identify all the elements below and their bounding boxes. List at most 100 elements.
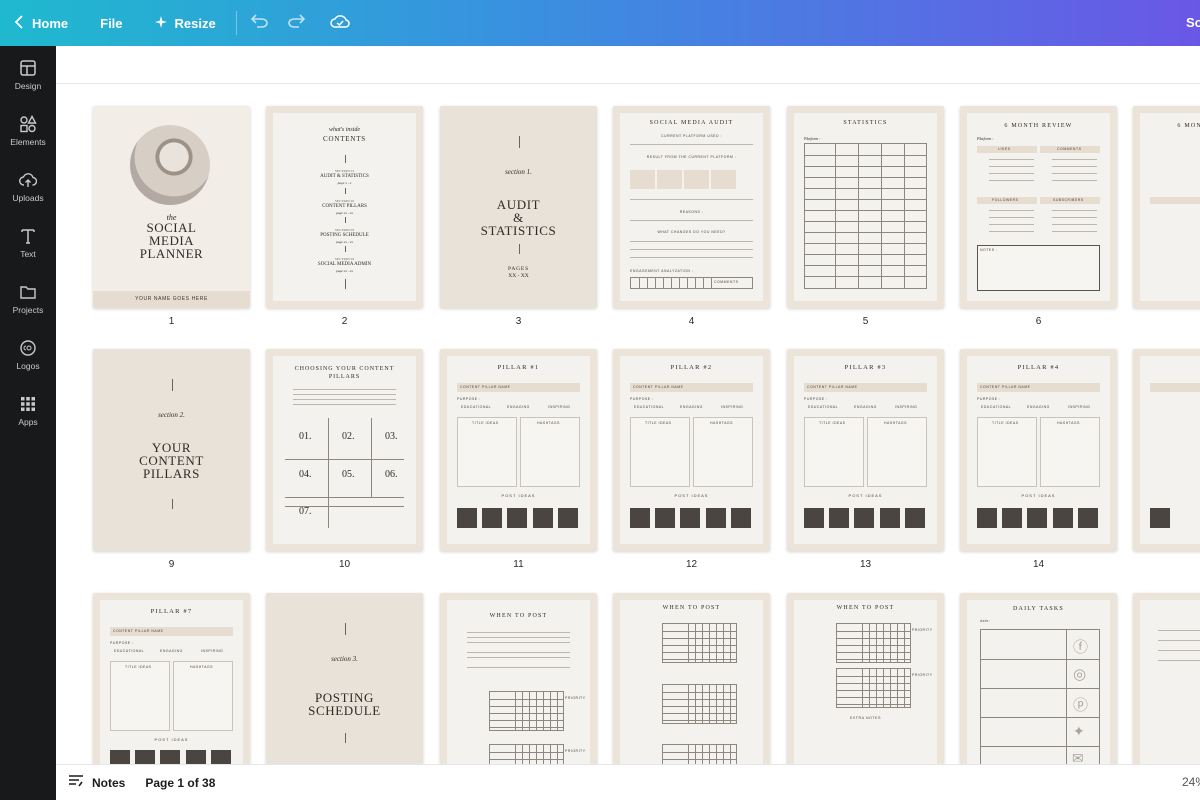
sidebar-item-projects[interactable]: Projects: [0, 283, 56, 333]
page-text: PURPOSE :: [457, 397, 481, 401]
page-thumbnail-11[interactable]: PILLAR #1 CONTENT PILLAR NAME PURPOSE : …: [440, 349, 597, 551]
page-thumbnail-20[interactable]: WHEN TO POST PRIORITY PRIORITY EXTRA NOT…: [787, 593, 944, 764]
email-icon: ✉: [1072, 750, 1084, 764]
page-thumbnail-1[interactable]: the SOCIAL MEDIA PLANNER YOUR NAME GOES …: [93, 106, 250, 308]
page-thumbnail-9[interactable]: section 2. YOUR CONTENT PILLARS: [93, 349, 250, 551]
divider: [467, 642, 570, 643]
notes-button[interactable]: Notes: [68, 774, 125, 791]
page-title: PILLAR #3: [844, 364, 887, 371]
page-thumbnail-4[interactable]: SOCIAL MEDIA AUDIT CURRENT PLATFORM USED…: [613, 106, 770, 308]
divider: [344, 623, 346, 635]
page-text: SECTION 02: [334, 199, 355, 203]
page-thumbnail-5[interactable]: STATISTICS Platform :: [787, 106, 944, 308]
share-button[interactable]: So: [1186, 15, 1200, 30]
save-status-button[interactable]: [329, 12, 351, 34]
side-panel: Design Elements Uploads Text Projects Lo…: [0, 46, 56, 800]
page-text: EDUCATIONAL: [808, 405, 839, 409]
post-idea-tile: [854, 508, 874, 528]
page-text: PRIORITY: [912, 628, 933, 632]
page-thumbnail-15[interactable]: [1133, 349, 1200, 551]
page-thumbnail-14[interactable]: PILLAR #4 CONTENT PILLAR NAME PURPOSE : …: [960, 349, 1117, 551]
divider: [1158, 630, 1200, 631]
page-text: XX - XX: [508, 273, 529, 279]
page-number: 4: [688, 316, 695, 327]
page-text: CONTENT PILLAR NAME: [113, 629, 164, 633]
page-thumbnail-10[interactable]: CHOOSING YOUR CONTENT PILLARS 01. 02. 03…: [266, 349, 423, 551]
page-text: section 1.: [505, 168, 532, 176]
divider: [467, 667, 570, 668]
page-thumbnail-6[interactable]: 6 MONTH REVIEW Platform : LIKES COMMENTS…: [960, 106, 1117, 308]
page-thumbnail-18[interactable]: WHEN TO POST PRIORITY PRIORITY: [440, 593, 597, 764]
page-thumbnail-7[interactable]: 6 MONTH REVIEW: [1133, 106, 1200, 308]
post-idea-tile: [135, 750, 155, 764]
divider: [344, 217, 346, 223]
page-text: EDUCATIONAL: [114, 649, 145, 653]
page-text: EDUCATIONAL: [634, 405, 665, 409]
page-text: EDUCATIONAL: [981, 405, 1012, 409]
sparkle-icon: [154, 15, 167, 31]
page-thumbnail-21[interactable]: DAILY TASKS date: ⓕ ◎ ⓟ ✦ ✉: [960, 593, 1117, 764]
page-text: HASHTAGS: [537, 421, 560, 425]
hashtags-box: HASHTAGS: [693, 417, 753, 487]
title-ideas-box: TITLE IDEAS: [977, 417, 1037, 487]
sidebar-item-logos[interactable]: Logos: [0, 339, 56, 389]
divider: [171, 379, 173, 391]
notes-label: Notes: [92, 775, 126, 790]
page-number: 11: [513, 559, 524, 570]
schedule-grid: [836, 668, 911, 708]
page-thumbnail-3[interactable]: section 1. AUDIT & STATISTICS PAGES XX -…: [440, 106, 597, 308]
redo-button[interactable]: [285, 12, 307, 34]
page-title: CONTENTS: [323, 135, 366, 143]
page-number: 3: [515, 316, 522, 327]
bottom-status-bar: Notes Page 1 of 38 24%: [56, 764, 1200, 800]
post-idea-tile: [186, 750, 206, 764]
facebook-icon: ⓕ: [1073, 639, 1089, 656]
page-text: ENGAGING: [507, 405, 530, 409]
zoom-level[interactable]: 24%: [1182, 775, 1200, 789]
page-thumbnail-12[interactable]: PILLAR #2 CONTENT PILLAR NAME PURPOSE : …: [613, 349, 770, 551]
toolbar-divider: [235, 11, 237, 35]
page-thumbnail-13[interactable]: PILLAR #3 CONTENT PILLAR NAME PURPOSE : …: [787, 349, 944, 551]
page-text: REASONS :: [679, 210, 704, 214]
divider: [1052, 231, 1097, 232]
page-text: page xx - xx: [336, 269, 353, 273]
undo-button[interactable]: [249, 12, 271, 34]
sidebar-item-apps[interactable]: Apps: [0, 395, 56, 445]
sidebar-item-uploads[interactable]: Uploads: [0, 171, 56, 221]
page-thumbnail-22[interactable]: [1133, 593, 1200, 764]
page-thumbnail-2[interactable]: what's inside CONTENTS SECTION 01 AUDIT …: [266, 106, 423, 308]
page-title: 6 MONTH REVIEW: [1177, 123, 1200, 129]
divider: [371, 418, 372, 498]
page-thumbnail-17[interactable]: section 3. POSTING SCHEDULE: [266, 593, 423, 764]
sidebar-item-text[interactable]: Text: [0, 227, 56, 277]
page-thumbnail-16[interactable]: PILLAR #7 CONTENT PILLAR NAME PURPOSE : …: [93, 593, 250, 764]
resize-button[interactable]: Resize: [154, 15, 216, 31]
divider: [293, 394, 396, 395]
notes-box: NOTES :: [977, 245, 1100, 291]
file-menu-button[interactable]: File: [100, 16, 122, 31]
divider: [344, 188, 346, 194]
divider: [344, 155, 346, 163]
twitter-icon: ✦: [1073, 723, 1085, 739]
page-number: 6: [1035, 316, 1042, 327]
sidebar-item-design[interactable]: Design: [0, 59, 56, 109]
page-text: TITLE IDEAS: [472, 421, 499, 425]
hashtags-box: HASHTAGS: [173, 661, 233, 731]
page-thumbnail-19[interactable]: WHEN TO POST: [613, 593, 770, 764]
home-button[interactable]: Home: [14, 14, 68, 32]
divider: [1052, 217, 1097, 218]
page-text: EXTRA NOTES: [849, 716, 882, 720]
sidebar-label: Text: [20, 249, 36, 259]
page-text: page x - x: [337, 181, 352, 185]
pinterest-icon: ⓟ: [1073, 697, 1089, 714]
page-text: RESULT FROM THE CURRENT PLATFORM :: [646, 155, 737, 159]
post-idea-tile: [655, 508, 675, 528]
page-text: PURPOSE :: [804, 397, 828, 401]
page-text: INSPIRING: [201, 649, 224, 653]
post-idea-tile: [1053, 508, 1073, 528]
platform-tile: [630, 170, 655, 189]
redo-icon: [287, 13, 305, 33]
post-idea-tile: [804, 508, 824, 528]
page-text: CONTENT PILLARS: [322, 204, 367, 209]
sidebar-item-elements[interactable]: Elements: [0, 115, 56, 165]
